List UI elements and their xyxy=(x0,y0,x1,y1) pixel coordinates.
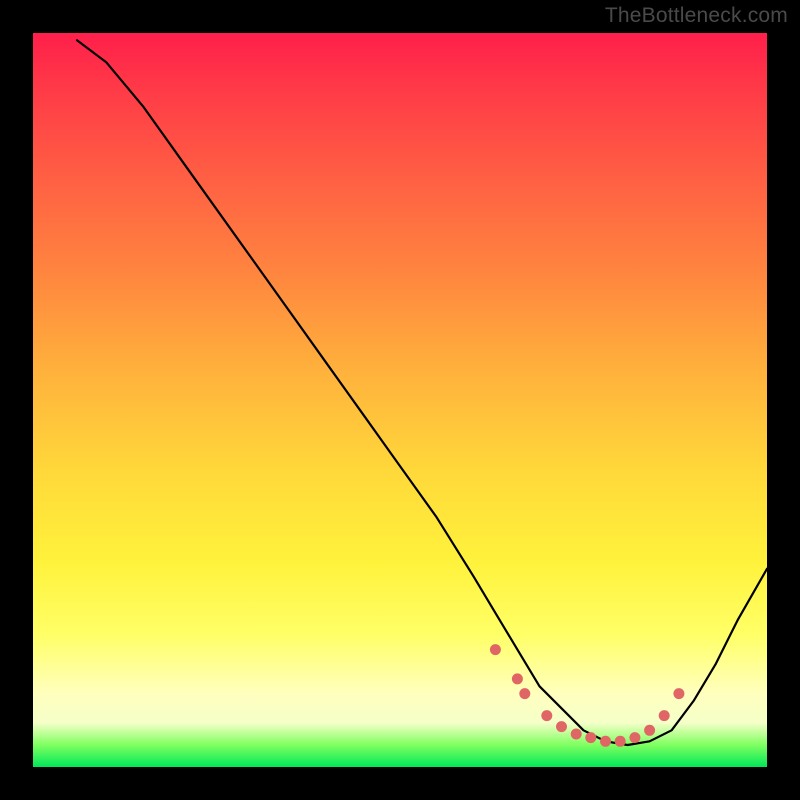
chart-container: TheBottleneck.com xyxy=(0,0,800,800)
chart-overlay-svg xyxy=(33,33,767,767)
watermark-text: TheBottleneck.com xyxy=(605,4,788,28)
plot-area xyxy=(33,33,767,767)
curve-line xyxy=(77,40,767,745)
